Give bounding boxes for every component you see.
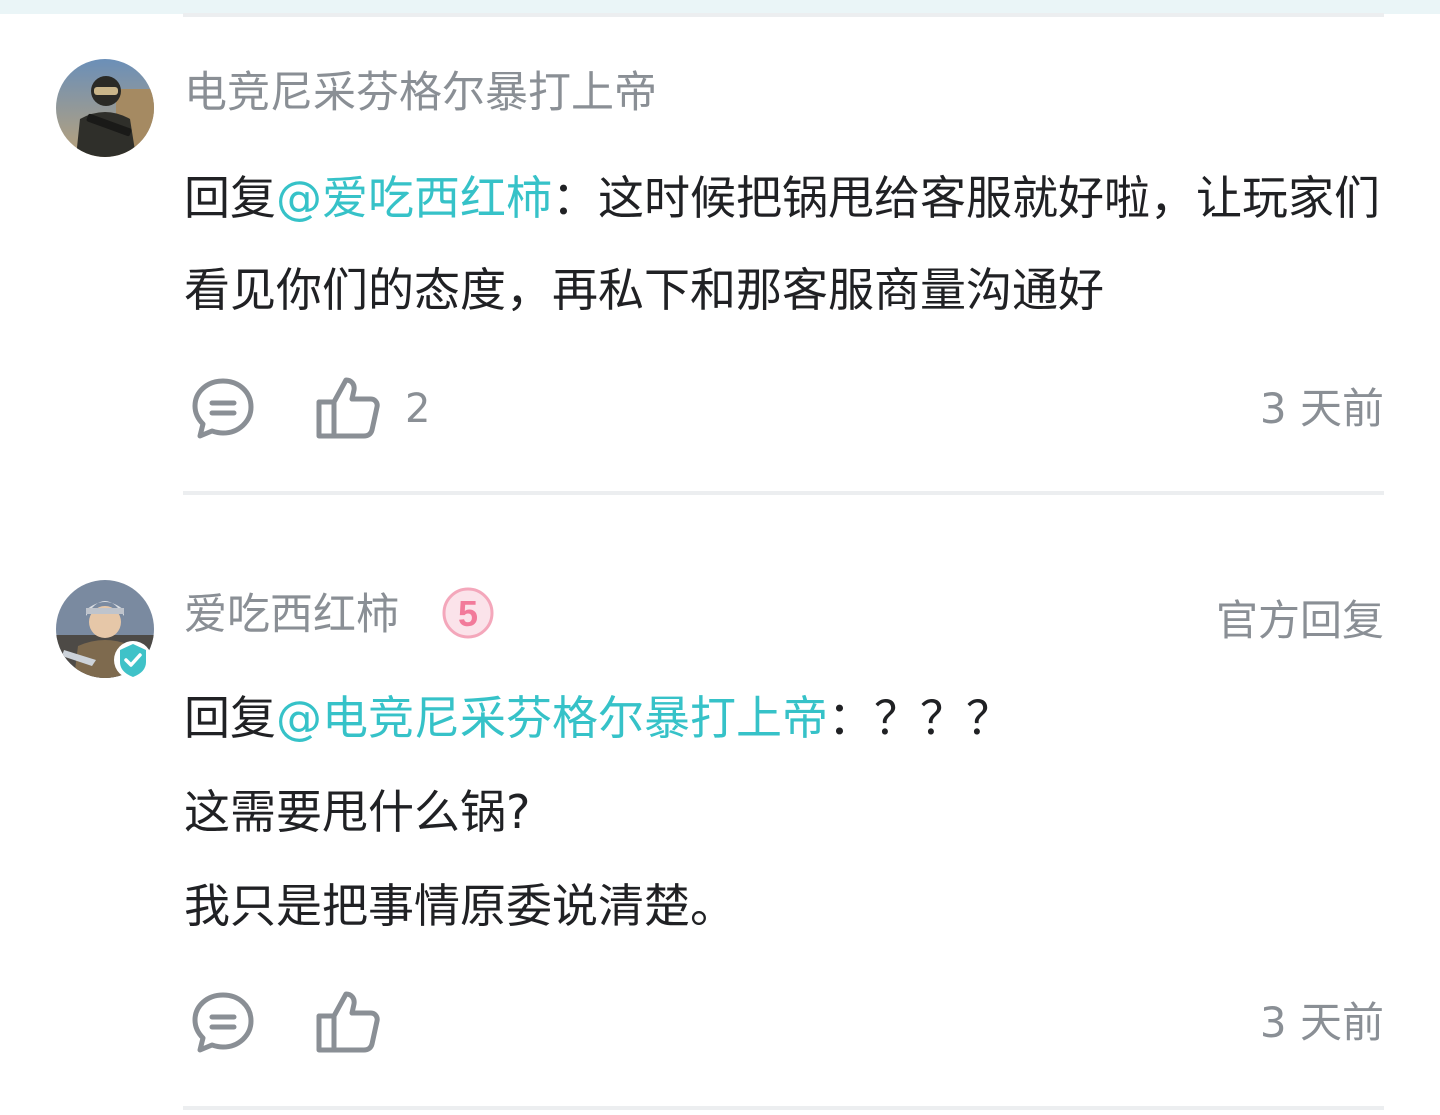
thumbs-up-icon[interactable] [315, 988, 381, 1054]
comment-line: 这需要甩什么锅? [184, 785, 531, 839]
official-reply-label: 官方回复 [1215, 596, 1384, 645]
comment-content: ：？？？ [828, 691, 1012, 745]
verified-check-icon [114, 641, 152, 679]
avatar-image [56, 59, 154, 157]
level-number: 5 [458, 593, 478, 634]
divider [183, 13, 1384, 17]
comment-icon[interactable] [190, 990, 256, 1056]
thumbs-up-icon[interactable] [315, 374, 381, 440]
reply-prefix: 回复 [184, 171, 276, 225]
top-strip [0, 0, 1440, 14]
timestamp: 3 天前 [1259, 998, 1384, 1047]
reply-prefix: 回复 [184, 691, 276, 745]
timestamp: 3 天前 [1259, 384, 1384, 433]
comment-text: 回复@爱吃西红柿：这时候把锅甩给客服就好啦，让玩家们看见你们的态度，再私下和那客… [184, 152, 1384, 336]
divider [183, 491, 1384, 495]
username[interactable]: 爱吃西红柿 [184, 594, 399, 637]
comment-icon[interactable] [190, 376, 256, 442]
avatar[interactable] [56, 580, 154, 679]
mention-link[interactable]: @爱吃西红柿 [276, 171, 552, 225]
mention-link[interactable]: @电竞尼采芬格尔暴打上帝 [276, 691, 828, 745]
avatar[interactable] [56, 59, 154, 157]
comment-text: 回复@电竞尼采芬格尔暴打上帝：？？？ [184, 672, 1384, 764]
comment-line: 我只是把事情原委说清楚。 [184, 879, 736, 933]
level-badge: 5 [442, 587, 494, 639]
like-count: 2 [405, 386, 431, 432]
username[interactable]: 电竞尼采芬格尔暴打上帝 [184, 72, 657, 115]
divider [183, 1106, 1384, 1110]
